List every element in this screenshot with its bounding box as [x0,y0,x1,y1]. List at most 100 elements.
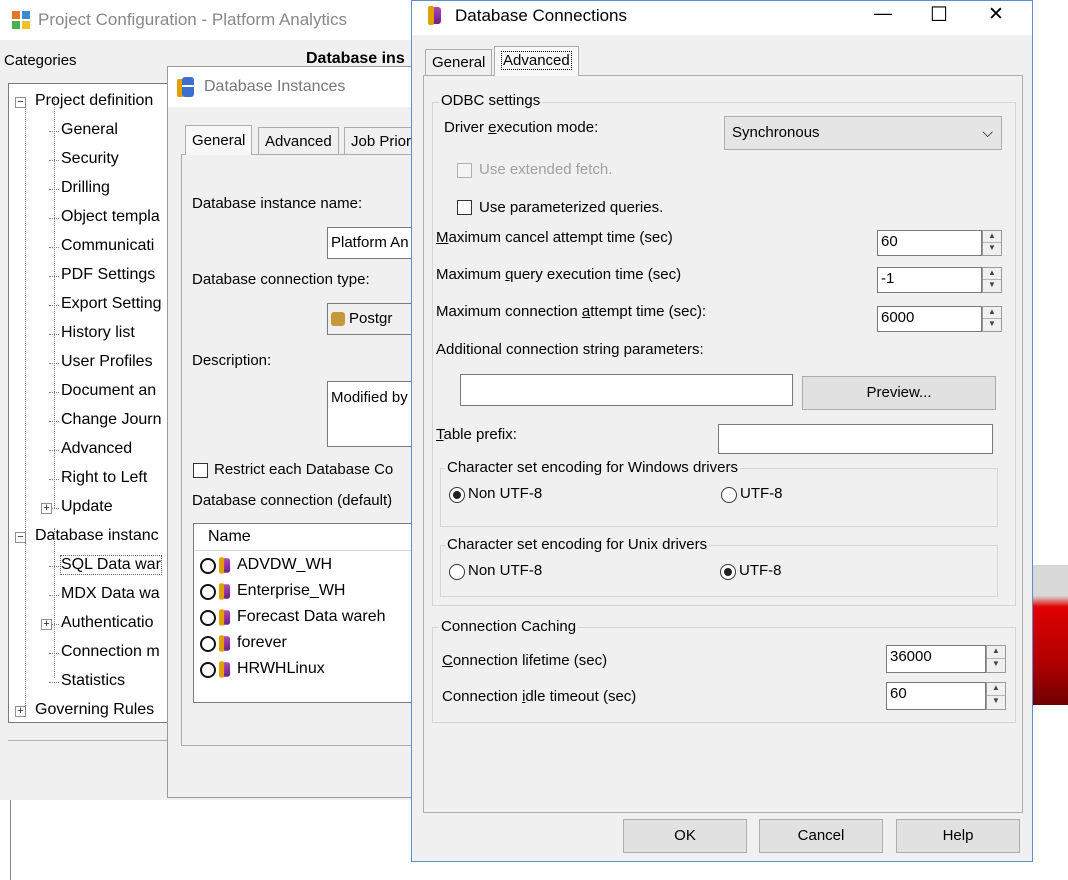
cancel-time-spinner[interactable]: ▲ ▼ [982,230,1002,256]
windows-utf8-radio[interactable] [721,487,737,503]
tree-item[interactable]: Security [61,150,119,168]
unix-non-utf8-radio[interactable] [449,564,465,580]
tree-item[interactable]: Communicati [61,237,154,255]
query-time-input[interactable]: -1 [877,267,982,293]
tree-item[interactable]: Governing Rules [35,701,154,719]
parameterized-queries-checkbox[interactable] [457,200,472,215]
instances-tab-advanced[interactable]: Advanced [258,127,339,155]
connections-list-header[interactable]: Name [194,524,428,551]
spin-down-icon[interactable]: ▼ [983,319,1001,331]
database-icon [219,609,231,626]
spin-down-icon[interactable]: ▼ [983,243,1001,255]
tree-item[interactable]: User Profiles [61,353,153,371]
spin-up-icon[interactable]: ▲ [983,231,1001,243]
connection-time-label: Maximum connection attempt time (sec): [436,303,707,320]
connection-radio[interactable] [200,558,216,574]
connection-row[interactable]: ADVDW_WH [194,554,428,578]
tree-expand-icon[interactable]: + [41,619,52,630]
spin-down-icon[interactable]: ▼ [987,659,1005,672]
tree-item[interactable]: Document an [61,382,156,400]
tree-item[interactable]: Drilling [61,179,110,197]
tree-item[interactable]: Advanced [61,440,132,458]
instances-tab-general[interactable]: General [185,125,253,155]
database-icon [219,583,231,600]
tree-expand-icon[interactable]: + [41,503,52,514]
connection-radio[interactable] [200,636,216,652]
connection-row[interactable]: HRWHLinux [194,658,428,682]
restrict-label: Restrict each Database Co [214,461,394,478]
spin-down-icon[interactable]: ▼ [987,696,1005,709]
database-connections-title: Database Connections [455,6,628,25]
tree-item[interactable]: Right to Left [61,469,147,487]
database-instances-titlebar: Database Instances [168,67,419,107]
unix-utf8-radio[interactable] [720,564,736,580]
tree-item[interactable]: History list [61,324,135,342]
lifetime-input[interactable]: 36000 [886,645,986,673]
connection-row[interactable]: Forecast Data wareh [194,606,428,630]
tree-item[interactable]: Change Journ [61,411,162,429]
ok-button[interactable]: OK [623,819,747,853]
tree-item[interactable]: Connection m [61,643,160,661]
tree-item[interactable]: SQL Data war [60,555,162,575]
database-instances-icon [177,77,195,99]
database-instances-window: Database Instances General Advanced Job … [167,66,428,798]
connection-time-spinner[interactable]: ▲ ▼ [982,306,1002,332]
tree-item[interactable]: PDF Settings [61,266,155,284]
tree-item[interactable]: Export Setting [61,295,162,313]
connection-time-input[interactable]: 6000 [877,306,982,332]
connection-radio[interactable] [200,584,216,600]
windows-non-utf8-label: Non UTF-8 [468,485,543,502]
database-instances-title: Database Instances [204,78,346,95]
connection-radio[interactable] [200,662,216,678]
connection-radio[interactable] [200,610,216,626]
cancel-time-input[interactable]: 60 [877,230,982,256]
close-button[interactable]: ✕ [988,3,1004,26]
unix-encoding-group: Character set encoding for Unix drivers … [440,536,998,597]
categories-tree: − Project definition General Security Drilli… [8,83,170,723]
lifetime-spinner[interactable]: ▲ ▼ [986,645,1006,673]
spin-up-icon[interactable]: ▲ [983,268,1001,280]
tree-item[interactable]: Project definition [35,92,153,110]
driver-mode-select[interactable]: Synchronous ⌵ [724,116,1002,150]
idle-timeout-value: 60 [890,685,907,702]
spin-up-icon[interactable]: ▲ [987,646,1005,659]
tree-vertical-line [54,98,55,508]
tree-item[interactable]: MDX Data wa [61,585,160,603]
query-time-value: -1 [881,270,895,287]
restrict-checkbox[interactable] [193,463,208,478]
tree-item[interactable]: Object templa [61,208,160,226]
tree-item[interactable]: Statistics [61,672,125,690]
cancel-button[interactable]: Cancel [759,819,883,853]
extended-fetch-checkbox[interactable] [457,163,472,178]
description-value: Modified by [331,389,408,406]
maximize-button[interactable]: ☐ [930,2,948,27]
query-time-spinner[interactable]: ▲ ▼ [982,267,1002,293]
connection-row[interactable]: forever [194,632,428,656]
preview-button[interactable]: Preview... [802,376,996,410]
minimize-button[interactable]: — [874,3,892,24]
idle-timeout-input[interactable]: 60 [886,682,986,710]
connection-name: ADVDW_WH [237,556,333,573]
tree-item[interactable]: Authenticatio [61,614,154,632]
help-button[interactable]: Help [896,819,1020,853]
unix-utf8-label: UTF-8 [739,562,782,579]
additional-params-input[interactable] [460,374,793,406]
tree-item[interactable]: General [61,121,118,139]
windows-non-utf8-radio[interactable] [449,487,465,503]
idle-timeout-label: Connection idle timeout (sec) [442,688,637,705]
table-prefix-input[interactable] [718,424,993,454]
instances-general-panel: Database instance name: Platform An Data… [181,154,428,746]
connection-row[interactable]: Enterprise_WH [194,580,428,604]
tree-vertical-line [25,104,26,714]
tree-item[interactable]: Update [61,498,113,516]
connections-tab-advanced[interactable]: Advanced [494,46,579,76]
postgres-icon [331,312,345,327]
idle-timeout-spinner[interactable]: ▲ ▼ [986,682,1006,710]
spin-down-icon[interactable]: ▼ [983,280,1001,292]
lifetime-value: 36000 [890,648,932,665]
connections-tab-general[interactable]: General [425,49,493,75]
spin-up-icon[interactable]: ▲ [987,683,1005,696]
database-icon [219,557,231,574]
instances-tab-general-label: General [192,132,246,149]
spin-up-icon[interactable]: ▲ [983,307,1001,319]
